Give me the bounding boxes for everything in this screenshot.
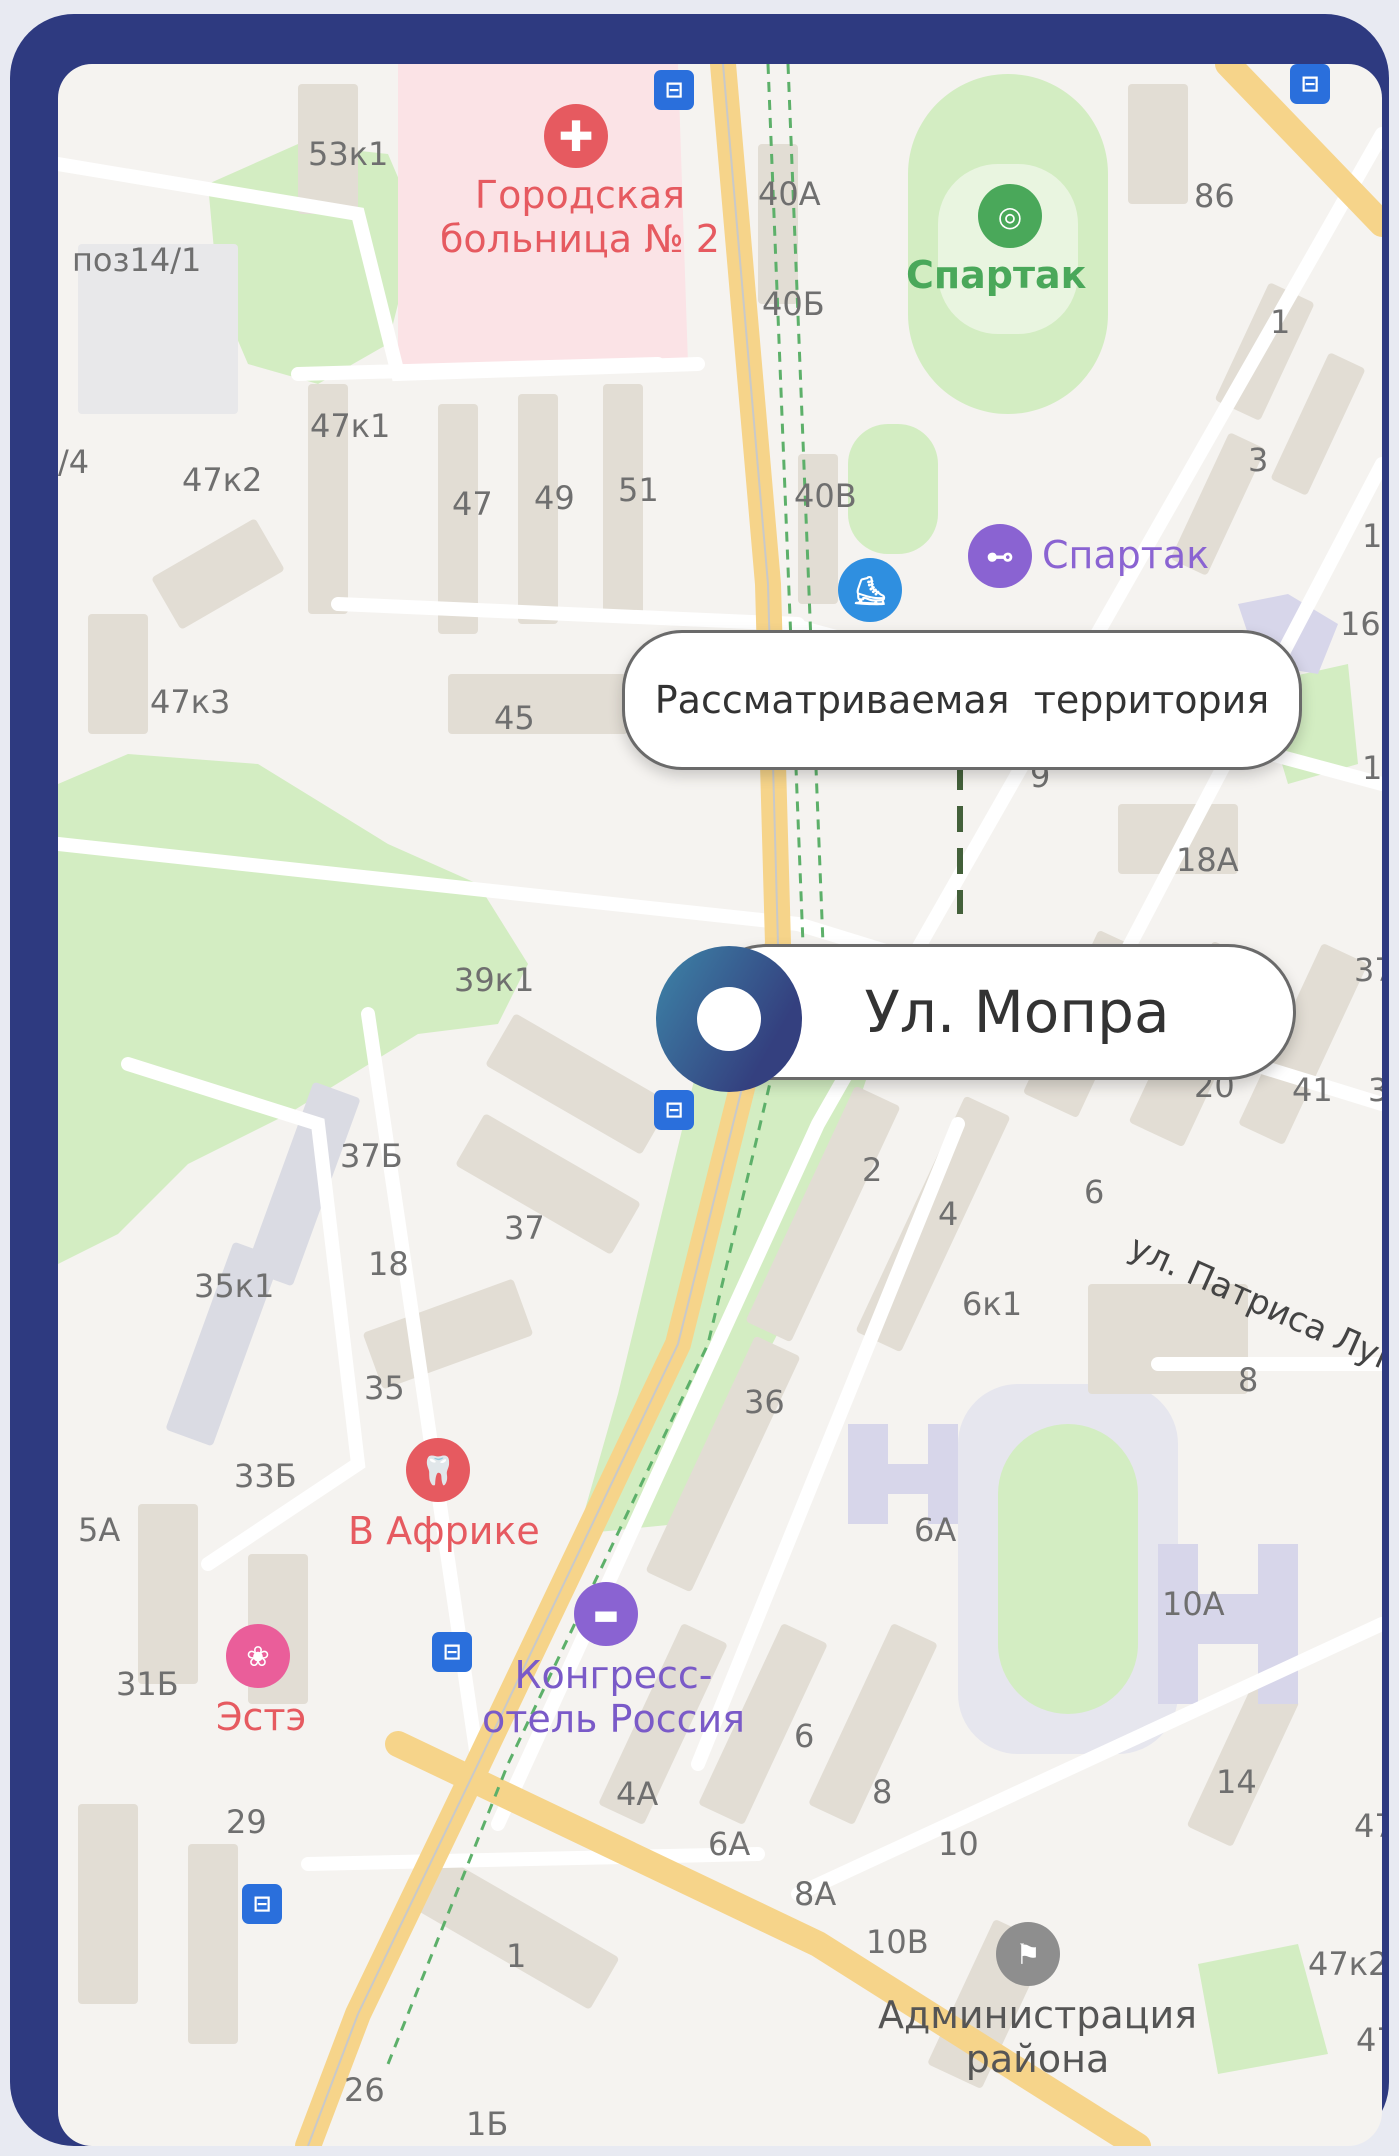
house-number: 1 xyxy=(1362,749,1382,787)
house-number: 45 xyxy=(494,699,535,737)
house-number: 47 xyxy=(452,485,493,523)
house-number: 2 xyxy=(862,1151,883,1189)
house-number: 37Б xyxy=(340,1137,403,1175)
house-number: поз14/1 xyxy=(72,241,202,279)
house-number: 33Б xyxy=(234,1457,297,1495)
house-number: 1 xyxy=(1270,303,1291,341)
bus-stop-icon[interactable]: ⊟ xyxy=(1290,64,1330,104)
location-marker-icon[interactable] xyxy=(656,946,802,1092)
skating-icon[interactable]: ⛸ xyxy=(838,558,902,622)
house-number: /4 xyxy=(58,443,90,481)
map-canvas[interactable]: 53к1 поз14/1 40А 40Б 86 1 47к1 47к2 /4 4… xyxy=(58,64,1382,2146)
house-number: 36 xyxy=(744,1383,785,1421)
house-number: 26 xyxy=(344,2071,385,2109)
house-number: 4 xyxy=(938,1195,959,1233)
house-number: 1 xyxy=(1362,517,1382,555)
house-number: 6А xyxy=(708,1825,751,1863)
house-number: 10В xyxy=(866,1923,929,1961)
bus-stop-icon[interactable]: ⊟ xyxy=(654,1090,694,1130)
house-number: 29 xyxy=(226,1803,267,1841)
territory-callout-label: Рассматриваемая территория xyxy=(654,678,1270,722)
beauty-icon[interactable]: ❀ xyxy=(226,1624,290,1688)
house-number: 35к1 xyxy=(194,1267,275,1305)
house-number: 3 xyxy=(1248,441,1269,479)
hospital-icon[interactable]: ✚ xyxy=(544,104,608,168)
house-number: 18А xyxy=(1176,841,1239,879)
poi-administration-label[interactable]: Администрация района xyxy=(878,1993,1197,2081)
house-number: 86 xyxy=(1194,177,1235,215)
house-number: 39к1 xyxy=(454,961,535,999)
house-number: 41 xyxy=(1292,1071,1333,1109)
bus-stop-icon[interactable]: ⊟ xyxy=(242,1884,282,1924)
street-callout-label: Ул. Мопра xyxy=(864,978,1170,1046)
house-number: 37 xyxy=(504,1209,545,1247)
house-number: 6к1 xyxy=(962,1285,1023,1323)
location-marker-center xyxy=(697,987,761,1051)
house-number: 35 xyxy=(364,1369,405,1407)
house-number: 4А xyxy=(616,1775,659,1813)
fitness-icon[interactable]: ⊷ xyxy=(968,524,1032,588)
house-number: 8 xyxy=(1238,1361,1259,1399)
house-number: 10А xyxy=(1162,1585,1225,1623)
stadium-icon[interactable]: ◎ xyxy=(978,184,1042,248)
house-number: 6А xyxy=(914,1511,957,1549)
house-number: 47к2 xyxy=(1308,1945,1382,1983)
house-number: 10 xyxy=(938,1825,979,1863)
house-number: 8А xyxy=(794,1875,837,1913)
house-number: 6 xyxy=(794,1717,815,1755)
house-number: 5А xyxy=(78,1511,121,1549)
territory-callout: Рассматриваемая территория xyxy=(622,630,1302,770)
house-number: 49 xyxy=(534,479,575,517)
house-number: 1Б xyxy=(466,2105,509,2143)
house-number: 51 xyxy=(618,471,659,509)
small-sports-field xyxy=(848,424,938,554)
hotel-icon[interactable]: ▬ xyxy=(574,1582,638,1646)
house-number: 8 xyxy=(872,1773,893,1811)
house-number: 1 xyxy=(506,1937,527,1975)
house-number: 18 xyxy=(368,1245,409,1283)
house-number: 40В xyxy=(794,477,857,515)
house-number: 6 xyxy=(1084,1173,1105,1211)
poi-stadium-label[interactable]: Спартак xyxy=(906,253,1086,298)
house-number: 47к1 xyxy=(310,407,391,445)
house-number: 47 xyxy=(1356,2021,1382,2059)
house-number: 37 xyxy=(1354,951,1382,989)
house-number: 47 xyxy=(1354,1807,1382,1845)
house-number: 53к1 xyxy=(308,135,389,173)
house-number: 40А xyxy=(758,175,821,213)
poi-fitness-label[interactable]: Спартак xyxy=(1042,533,1209,578)
house-number: 47к3 xyxy=(150,683,231,721)
house-number: 3 xyxy=(1368,1071,1382,1109)
poi-dental-label[interactable]: В Африке xyxy=(348,1509,540,1554)
house-number: 16к xyxy=(1340,605,1382,643)
house-number: 14 xyxy=(1216,1763,1257,1801)
bus-stop-icon[interactable]: ⊟ xyxy=(654,70,694,110)
dental-icon[interactable]: 🦷 xyxy=(406,1438,470,1502)
bus-stop-icon[interactable]: ⊟ xyxy=(432,1632,472,1672)
house-number: 31Б xyxy=(116,1665,179,1703)
house-number: 47к2 xyxy=(182,461,263,499)
poi-beauty-label[interactable]: Эстэ xyxy=(216,1695,306,1740)
administration-icon[interactable]: ⚑ xyxy=(996,1922,1060,1986)
poi-hotel-label[interactable]: Конгресс- отель Россия xyxy=(482,1653,745,1741)
map-frame: 53к1 поз14/1 40А 40Б 86 1 47к1 47к2 /4 4… xyxy=(10,14,1389,2146)
house-number: 40Б xyxy=(762,285,825,323)
poi-hospital-label[interactable]: Городская больница № 2 xyxy=(440,173,720,261)
